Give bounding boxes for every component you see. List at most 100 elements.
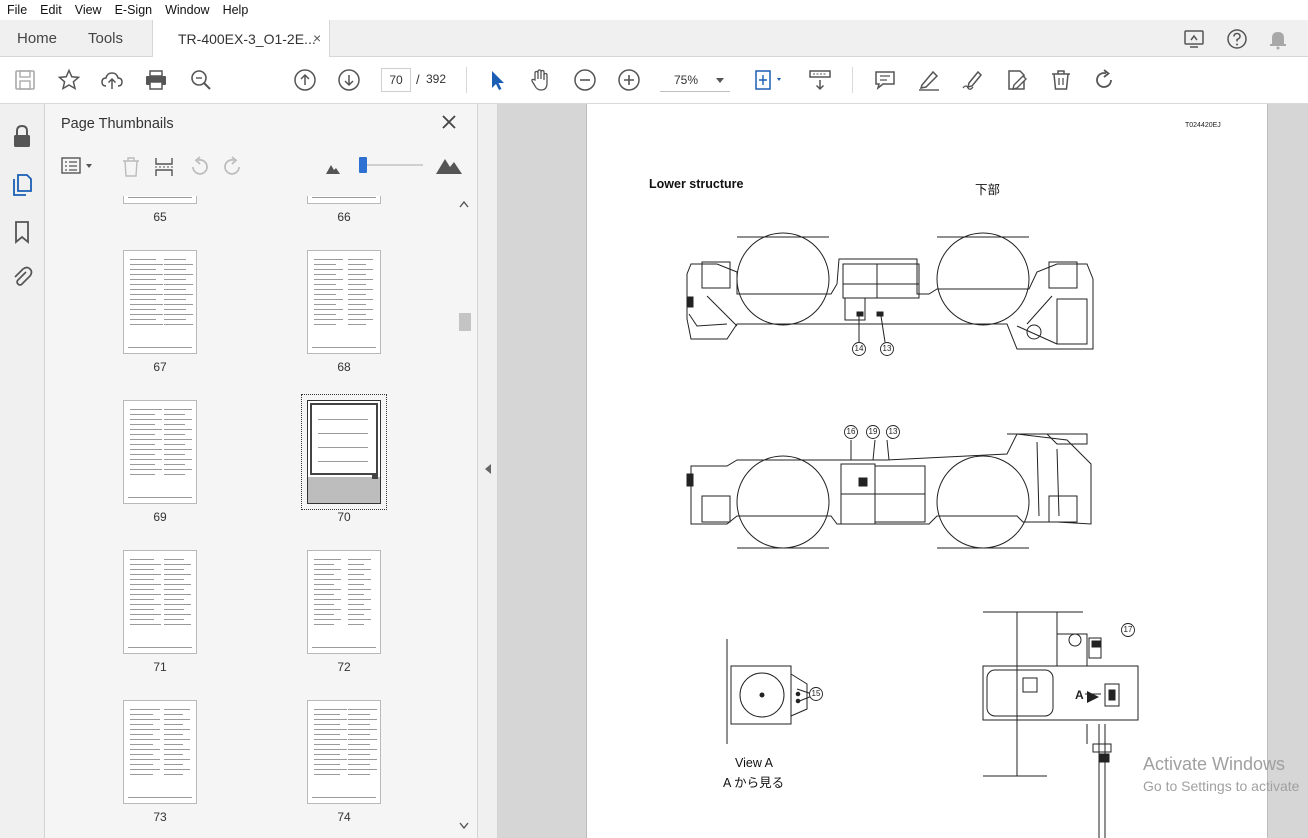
page-thumbnail[interactable] — [307, 400, 381, 504]
edit-document-icon[interactable] — [1005, 68, 1029, 92]
view-a-marker: A — [1075, 688, 1084, 702]
page-separator: / — [416, 72, 420, 87]
tab-tools[interactable]: Tools — [88, 30, 123, 47]
view-a-caption: View A — [735, 756, 773, 770]
zoom-out-icon[interactable] — [573, 68, 597, 92]
tab-bar: Home Tools TR-400EX-3_O1-2E... × — [0, 20, 1308, 57]
bookmark-icon[interactable] — [11, 220, 33, 244]
callout-label: 13 — [882, 344, 892, 353]
thumbnail-page-label: 65 — [153, 210, 167, 224]
zoom-chevron-down-icon — [716, 78, 724, 83]
thumbnail-toolbar — [45, 148, 478, 188]
delete-page-icon[interactable] — [121, 156, 141, 178]
activate-windows-watermark: Activate Windows — [1143, 754, 1286, 774]
page-thumbnail[interactable] — [123, 400, 197, 504]
document-view[interactable]: T024420EJ Lower structure 下部 14 13 16 19… — [498, 104, 1308, 838]
menu-help[interactable]: Help — [216, 3, 255, 17]
page-thumbnail[interactable] — [123, 700, 197, 804]
close-panel-icon[interactable] — [441, 114, 457, 130]
callout-label: 17 — [1123, 625, 1133, 634]
page-thumbnails-panel: Page Thumbnails 65 66 67 68 69 70 71 72 … — [45, 104, 478, 838]
rotate-clockwise-icon[interactable] — [222, 156, 244, 178]
thumbnail-size-slider[interactable] — [363, 164, 423, 166]
lower-structure-diagram — [686, 232, 1139, 838]
zoom-in-icon[interactable] — [617, 68, 641, 92]
callout-label: 15 — [811, 689, 821, 698]
thumbnail-page-label: 72 — [337, 660, 351, 674]
page-thumbnail[interactable] — [307, 196, 381, 204]
zoom-level-value: 75% — [674, 73, 699, 87]
scroll-mode-icon[interactable] — [808, 68, 832, 92]
menu-bar: File Edit View E-Sign Window Help — [0, 0, 1308, 20]
thumbnail-grid: 65 66 67 68 69 70 71 72 73 74 — [53, 196, 453, 836]
save-icon[interactable] — [13, 68, 37, 92]
thumbnail-page-label: 69 — [153, 510, 167, 524]
main-toolbar: 70 / 392 75% — [0, 57, 1308, 104]
scrollbar-thumb[interactable] — [459, 313, 471, 331]
thumbnail-options-menu-icon[interactable] — [61, 156, 95, 176]
panel-splitter[interactable] — [478, 104, 498, 838]
thumbnail-scrollbar[interactable] — [456, 196, 472, 836]
collapse-panel-arrow-icon[interactable] — [485, 464, 491, 474]
page-thumbnail[interactable] — [123, 196, 197, 204]
scroll-down-chevron-icon[interactable] — [459, 822, 469, 830]
thumbnail-page-label: 66 — [337, 210, 351, 224]
notifications-bell-icon[interactable] — [1267, 28, 1289, 50]
thumbnail-size-slider-knob[interactable] — [359, 157, 367, 173]
zoom-level-select[interactable]: 75% — [660, 68, 730, 92]
comment-icon[interactable] — [873, 68, 897, 92]
help-icon[interactable] — [1226, 28, 1248, 50]
page-thumbnail[interactable] — [123, 550, 197, 654]
page-thumbnails-icon[interactable] — [11, 172, 33, 196]
left-navigation-rail — [0, 104, 45, 838]
callout-label: 13 — [888, 427, 898, 436]
thumbnail-page-label: 67 — [153, 360, 167, 374]
menu-window[interactable]: Window — [158, 3, 215, 17]
page-thumbnail[interactable] — [307, 700, 381, 804]
page-thumbnail[interactable] — [307, 550, 381, 654]
pdf-page: T024420EJ Lower structure 下部 14 13 16 19… — [586, 104, 1268, 838]
hand-tool-icon[interactable] — [528, 68, 552, 92]
fit-page-icon[interactable] — [752, 68, 786, 92]
activate-windows-watermark-sub: Go to Settings to activate — [1143, 778, 1300, 794]
thumbnail-page-label: 73 — [153, 810, 167, 824]
thumbnail-page-label: 70 — [337, 510, 351, 524]
insert-page-icon[interactable] — [154, 156, 174, 178]
panel-title: Page Thumbnails — [61, 116, 174, 132]
tab-home[interactable]: Home — [17, 30, 57, 47]
view-a-caption-jp: A から見る — [723, 776, 785, 790]
print-icon[interactable] — [144, 68, 168, 92]
thumbnail-page-label: 68 — [337, 360, 351, 374]
lock-icon[interactable] — [11, 124, 33, 148]
delete-trash-icon[interactable] — [1049, 68, 1073, 92]
tab-close-icon[interactable]: × — [313, 30, 321, 46]
draw-sign-icon[interactable] — [961, 68, 985, 92]
attachment-paperclip-icon[interactable] — [11, 264, 33, 288]
menu-view[interactable]: View — [68, 3, 108, 17]
thumbnail-page-label: 74 — [337, 810, 351, 824]
thumbnail-small-mountain-icon[interactable] — [326, 162, 340, 174]
scroll-up-chevron-icon[interactable] — [459, 200, 469, 208]
bookmark-star-icon[interactable] — [57, 68, 81, 92]
callout-label: 19 — [868, 427, 878, 436]
page-total: 392 — [426, 72, 447, 86]
rotate-counterclockwise-icon[interactable] — [188, 156, 210, 178]
next-page-icon[interactable] — [337, 68, 361, 92]
page-number-input[interactable]: 70 — [381, 68, 411, 92]
highlight-pen-icon[interactable] — [917, 68, 941, 92]
thumbnail-large-mountain-icon[interactable] — [436, 156, 462, 174]
menu-edit[interactable]: Edit — [33, 3, 68, 17]
previous-page-icon[interactable] — [293, 68, 317, 92]
zoom-search-icon[interactable] — [189, 68, 213, 92]
page-thumbnail[interactable] — [307, 250, 381, 354]
menu-file[interactable]: File — [0, 3, 33, 17]
callout-label: 14 — [854, 344, 864, 353]
redo-icon[interactable] — [1093, 68, 1117, 92]
tab-document[interactable]: TR-400EX-3_O1-2E... × — [152, 20, 330, 57]
menu-esign[interactable]: E-Sign — [108, 3, 159, 17]
page-thumbnail[interactable] — [123, 250, 197, 354]
share-screen-icon[interactable] — [1183, 28, 1205, 50]
upload-cloud-icon[interactable] — [100, 68, 124, 92]
tab-document-title: TR-400EX-3_O1-2E... — [178, 31, 316, 47]
select-cursor-icon[interactable] — [486, 68, 510, 92]
